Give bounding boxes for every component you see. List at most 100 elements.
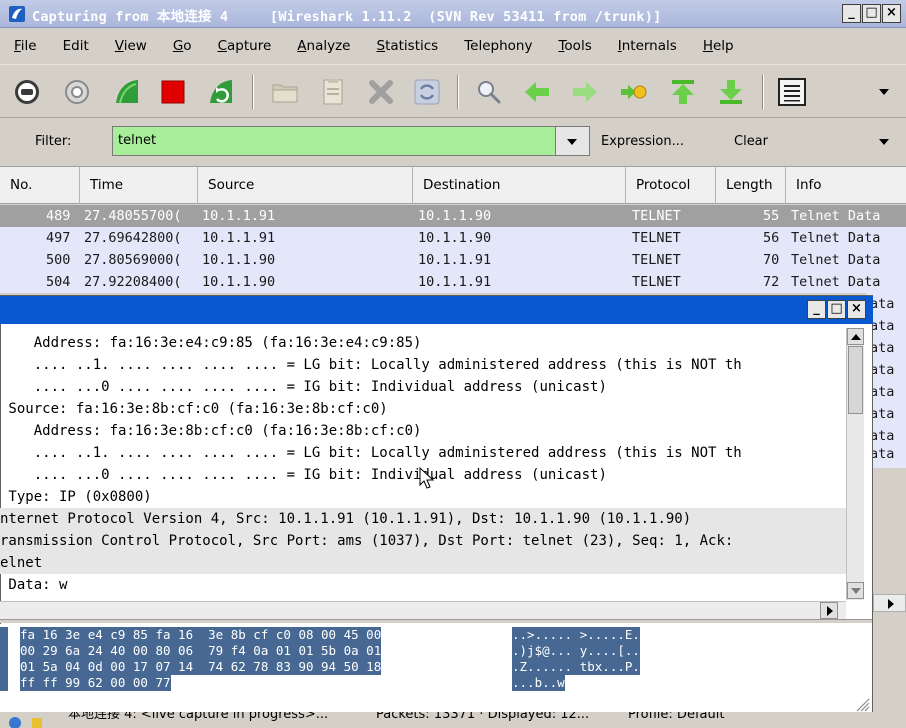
menu-go[interactable]: Go xyxy=(173,38,192,54)
hex-bytes-row[interactable]: fa 16 3e e4 c9 85 fa 16 3e 8b cf c0 08 0… xyxy=(20,627,382,643)
start-capture-icon[interactable] xyxy=(112,77,142,107)
scroll-up-button[interactable] xyxy=(847,328,864,345)
detail-close-button[interactable]: × xyxy=(847,300,866,319)
hex-ascii-row[interactable]: .Z...... tbx...P. xyxy=(512,659,640,675)
column-header-time[interactable]: Time xyxy=(80,167,198,204)
interfaces-icon[interactable] xyxy=(12,77,42,107)
hex-bytes-row[interactable]: 01 5a 04 0d 00 17 07 14 74 62 78 83 90 9… xyxy=(20,659,382,675)
last-packet-icon[interactable] xyxy=(716,77,746,107)
pane-splitter[interactable] xyxy=(0,619,872,623)
detail-vertical-scrollbar[interactable] xyxy=(846,328,864,600)
scroll-down-button[interactable] xyxy=(847,582,864,599)
menu-capture[interactable]: Capture xyxy=(218,38,272,54)
menu-view[interactable]: View xyxy=(115,38,147,54)
packet-row[interactable]: 504 27.92208400( 10.1.1.90 10.1.1.91 TEL… xyxy=(0,271,906,293)
display-filter-input[interactable]: telnet xyxy=(112,126,556,156)
mouse-pointer-icon xyxy=(419,467,435,489)
capture-comment-icon[interactable] xyxy=(30,714,44,728)
packet-info: Telnet Data xyxy=(791,208,881,224)
reload-icon[interactable] xyxy=(412,77,442,107)
filterbar-overflow-chevron-icon[interactable] xyxy=(879,139,889,145)
menu-tools[interactable]: Tools xyxy=(558,38,591,54)
column-header-destination[interactable]: Destination xyxy=(413,167,626,204)
column-header-protocol[interactable]: Protocol xyxy=(626,167,716,204)
toolbar-separator xyxy=(457,75,459,109)
stop-capture-icon[interactable] xyxy=(158,77,188,107)
packet-no: 497 xyxy=(46,230,71,246)
packet-row[interactable]: 489 27.48055700( 10.1.1.91 10.1.1.90 TEL… xyxy=(0,205,906,227)
menu-telephony[interactable]: Telephony xyxy=(464,38,532,54)
hex-bytes-row[interactable]: ff ff 99 62 00 00 77 xyxy=(20,675,171,691)
open-file-icon[interactable] xyxy=(270,77,300,107)
detail-tree-line-ip[interactable]: nternet Protocol Version 4, Src: 10.1.1.… xyxy=(0,508,846,530)
column-header-info[interactable]: Info xyxy=(786,167,906,204)
expression-button[interactable]: Expression... xyxy=(601,134,684,149)
toolbar-overflow-chevron-icon[interactable] xyxy=(879,89,889,95)
menu-analyze[interactable]: Analyze xyxy=(297,38,350,54)
chevron-right-icon[interactable] xyxy=(888,599,894,609)
column-header-no[interactable]: No. xyxy=(0,167,80,204)
go-to-packet-icon[interactable] xyxy=(618,77,648,107)
detail-minimize-button[interactable]: _ xyxy=(807,300,826,319)
toolbar-separator xyxy=(762,75,764,109)
detail-tree-line[interactable]: .... ...0 .... .... .... .... = IG bit: … xyxy=(0,376,846,398)
filter-history-dropdown[interactable] xyxy=(556,126,590,156)
detail-tree-line[interactable]: Source: fa:16:3e:8b:cf:c0 (fa:16:3e:8b:c… xyxy=(0,398,846,420)
close-button[interactable]: × xyxy=(882,4,901,23)
chevron-down-icon xyxy=(851,588,861,594)
hex-ascii-row[interactable]: ..>..... >.....E. xyxy=(512,627,640,643)
detail-tree-line-telnet[interactable]: elnet xyxy=(0,552,846,574)
detail-maximize-button[interactable]: □ xyxy=(827,300,846,319)
packet-length: 56 xyxy=(763,230,780,246)
colorize-icon[interactable] xyxy=(777,77,807,107)
packet-protocol: TELNET xyxy=(632,230,681,246)
menu-edit[interactable]: Edit xyxy=(63,38,89,54)
detail-horizontal-scrollbar[interactable] xyxy=(0,601,846,619)
expert-info-icon[interactable] xyxy=(8,714,22,728)
packet-info-partial: ata xyxy=(870,362,895,378)
save-file-icon[interactable] xyxy=(318,77,348,107)
menu-statistics[interactable]: Statistics xyxy=(376,38,438,54)
first-packet-icon[interactable] xyxy=(668,77,698,107)
column-header-length[interactable]: Length xyxy=(716,167,786,204)
restart-capture-icon[interactable] xyxy=(206,77,236,107)
packet-row[interactable]: 500 27.80569000( 10.1.1.90 10.1.1.91 TEL… xyxy=(0,249,906,271)
detail-tree-line-tcp[interactable]: ransmission Control Protocol, Src Port: … xyxy=(0,530,846,552)
detail-tree-line[interactable]: Address: fa:16:3e:8b:cf:c0 (fa:16:3e:8b:… xyxy=(0,420,846,442)
back-icon[interactable] xyxy=(522,77,552,107)
status-profile[interactable]: Profile: Default xyxy=(628,712,724,723)
window-controls: _ □ × xyxy=(842,4,901,23)
packet-time: 27.69642800( xyxy=(84,230,182,246)
packet-info-partial: ata xyxy=(870,384,895,400)
main-title-bar[interactable]: Capturing from 本地连接 4 [Wireshark 1.11.2 … xyxy=(0,0,906,28)
packet-detail-title-bar[interactable]: 89 27.480557000 10.1.1.91 10.1.1.90 TELN… xyxy=(0,296,873,346)
scroll-right-button[interactable] xyxy=(820,602,838,619)
menu-file[interactable]: File xyxy=(14,38,37,54)
column-header-source[interactable]: Source xyxy=(198,167,413,204)
menu-internals[interactable]: Internals xyxy=(618,38,677,54)
maximize-button[interactable]: □ xyxy=(862,4,881,23)
packet-no: 504 xyxy=(46,274,71,290)
resize-grip-icon[interactable] xyxy=(852,694,870,712)
hex-ascii-row[interactable]: ...b..w xyxy=(512,675,565,691)
detail-tree-line[interactable]: .... ..1. .... .... .... .... = LG bit: … xyxy=(0,442,846,464)
close-file-icon[interactable] xyxy=(366,77,396,107)
detail-tree-line[interactable]: .... ..1. .... .... .... .... = LG bit: … xyxy=(0,354,846,376)
hex-offset-stub xyxy=(0,643,8,659)
detail-tree-line[interactable]: Address: fa:16:3e:e4:c9:85 (fa:16:3e:e4:… xyxy=(0,332,846,354)
menu-help[interactable]: Help xyxy=(703,38,734,54)
clear-button[interactable]: Clear xyxy=(734,134,768,149)
packet-row[interactable]: 497 27.69642800( 10.1.1.91 10.1.1.90 TEL… xyxy=(0,227,906,249)
minimize-button[interactable]: _ xyxy=(842,4,861,23)
packet-no: 500 xyxy=(46,252,71,268)
scroll-thumb[interactable] xyxy=(848,346,863,414)
packet-destination: 10.1.1.91 xyxy=(418,252,492,268)
hex-bytes-row[interactable]: 00 29 6a 24 40 00 80 06 79 f4 0a 01 01 5… xyxy=(20,643,382,659)
hex-offset-stub xyxy=(0,659,8,675)
detail-tree-line[interactable]: Data: w xyxy=(0,574,846,596)
hex-ascii-row[interactable]: .)j$@... y....[.. xyxy=(512,643,640,659)
options-icon[interactable] xyxy=(62,77,92,107)
find-icon[interactable] xyxy=(474,77,504,107)
packet-source: 10.1.1.91 xyxy=(202,208,276,224)
forward-icon[interactable] xyxy=(570,77,600,107)
